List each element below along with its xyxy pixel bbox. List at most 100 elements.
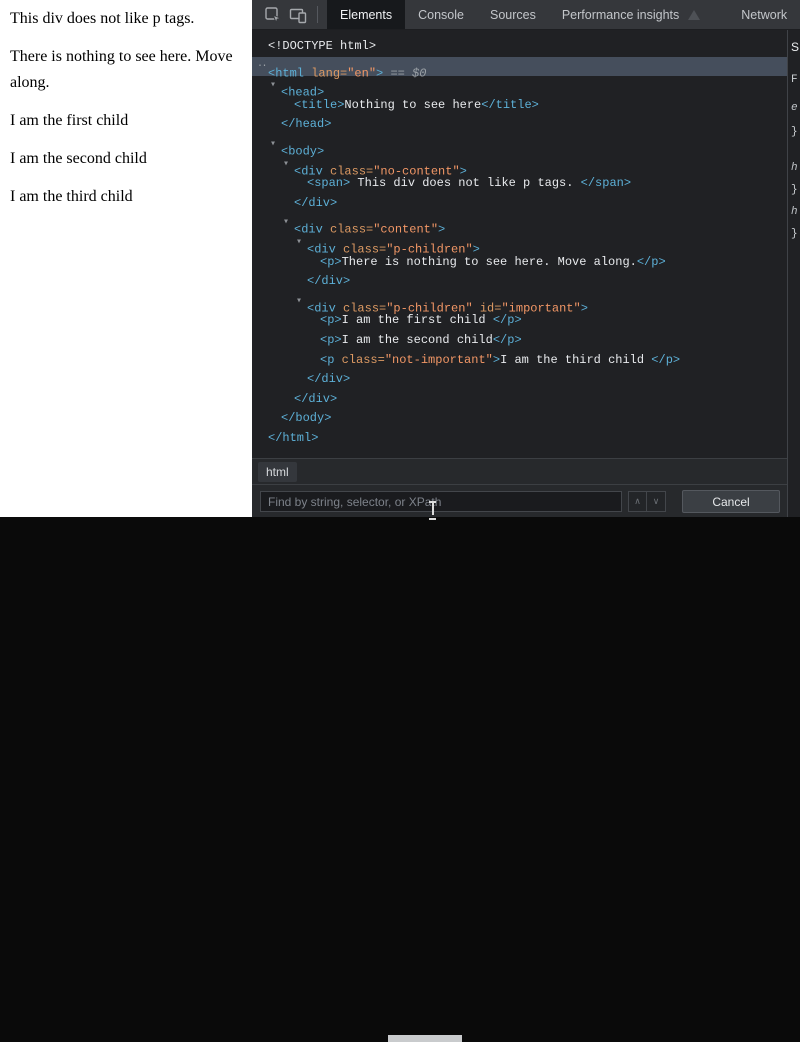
page-paragraph: There is nothing to see here. Move along… — [10, 48, 233, 91]
tab-label: Console — [418, 7, 464, 22]
devtools-toolbar-icons — [252, 0, 327, 29]
find-nav-group: ∧ ∨ — [628, 491, 666, 512]
tab-label: Sources — [489, 7, 536, 22]
token-text: I am the third child — [500, 352, 652, 367]
token-doctype: <!DOCTYPE html> — [268, 39, 377, 53]
node-html-close[interactable]: </html> — [252, 429, 787, 449]
node-div-content-close[interactable]: </div> — [252, 390, 787, 410]
token-tag: > — [492, 352, 501, 367]
expand-arrow-icon[interactable]: ▾ — [283, 155, 294, 175]
token-val: "en" — [347, 66, 377, 81]
expand-arrow-icon[interactable]: ▾ — [296, 292, 307, 312]
token-tag: </html> — [268, 430, 319, 445]
find-next-button[interactable]: ∨ — [647, 491, 666, 512]
node-div-no-content[interactable]: ▾<div class="no-content"> — [252, 155, 787, 179]
token-tag: </body> — [281, 411, 332, 426]
token-text: Nothing to see here — [344, 97, 482, 112]
token-tag: </span> — [580, 176, 632, 191]
tab-label: Elements — [340, 7, 393, 22]
node-div-p-children-1-close[interactable]: </div> — [252, 272, 787, 292]
styles-pane-fragment: e — [791, 102, 798, 114]
node-title[interactable]: <title>Nothing to see here</title> — [252, 96, 787, 116]
device-toolbar-button[interactable] — [285, 2, 310, 27]
token-tag: </div> — [294, 195, 338, 210]
token-text: I am the second child — [341, 332, 493, 347]
node-p-first[interactable]: <p>I am the first child </p> — [252, 311, 787, 331]
token-tag: > — [580, 301, 588, 316]
token-attr: class= — [334, 352, 385, 367]
inspect-cursor-icon — [264, 6, 282, 24]
token-text: I am the first child — [341, 313, 493, 328]
node-p-third[interactable]: <p class="not-important">I am the third … — [252, 351, 787, 371]
rendered-page: This div does not like p tags. There is n… — [0, 0, 252, 517]
inspect-element-button[interactable] — [260, 2, 285, 27]
node-div-p-children-2[interactable]: ▾<div class="p-children" id="important"> — [252, 292, 787, 316]
tab-elements[interactable]: Elements — [327, 0, 406, 29]
devtools-toolbar: Elements Console Sources Performance insigh… — [252, 0, 800, 30]
token-hint: == $0 — [383, 66, 427, 81]
token-tag: <span> — [307, 176, 351, 191]
node-head-close[interactable]: </head> — [252, 115, 787, 135]
node-p-nothing[interactable]: <p>There is nothing to see here. Move al… — [252, 253, 787, 273]
node-span[interactable]: <span> This div does not like p tags. </… — [252, 174, 787, 194]
tab-console[interactable]: Console — [405, 0, 477, 29]
node-div-p-children-1[interactable]: ▾<div class="p-children"> — [252, 233, 787, 257]
styles-pane-fragment: F — [791, 74, 798, 86]
expand-arrow-icon[interactable]: ▾ — [270, 135, 281, 155]
styles-pane-fragment: } — [791, 126, 798, 138]
node-html[interactable]: ···<html lang="en"> == $0 — [252, 56, 787, 81]
node-div-content[interactable]: ▾<div class="content"> — [252, 213, 787, 237]
node-div-no-content-close[interactable]: </div> — [252, 194, 787, 214]
tab-network[interactable]: Network — [728, 0, 800, 29]
node-div-p-children-2-close[interactable]: </div> — [252, 370, 787, 390]
taskbar-highlight — [388, 1035, 462, 1042]
token-val: "not-important" — [384, 352, 493, 367]
devtools-panel: Elements Console Sources Performance insigh… — [252, 0, 800, 517]
tab-label: Network — [741, 7, 788, 22]
find-bar: ∧ ∨ Cancel — [252, 484, 800, 517]
find-previous-button[interactable]: ∧ — [628, 491, 647, 512]
token-tag: <p> — [320, 332, 342, 347]
page-paragraph: I am the first child — [10, 112, 129, 129]
text-cursor-icon — [428, 501, 437, 520]
token-tag: </p> — [492, 332, 522, 347]
cancel-button[interactable]: Cancel — [682, 490, 780, 513]
expand-arrow-icon[interactable]: ▾ — [270, 76, 281, 96]
token-tag: </div> — [294, 391, 338, 406]
find-input[interactable] — [260, 491, 622, 512]
tab-sources[interactable]: Sources — [477, 0, 549, 29]
chevron-up-icon: ∧ — [634, 496, 641, 506]
tab-performance-insights[interactable]: Performance insights — [549, 0, 728, 29]
tab-label: Performance insights — [561, 7, 680, 22]
expand-arrow-icon[interactable]: ▾ — [283, 213, 294, 233]
styles-pane-fragment: } — [791, 228, 798, 240]
token-tag: </p> — [651, 352, 681, 367]
devtools-tab-strip: Elements Console Sources Performance insigh… — [327, 0, 800, 29]
breadcrumb-item[interactable]: html — [258, 461, 297, 482]
dom-tree: <!DOCTYPE html> ···<html lang="en"> == $0… — [252, 30, 787, 450]
node-p-second[interactable]: <p>I am the second child</p> — [252, 331, 787, 351]
styles-pane-sliver: S Fe} h} h} — [787, 30, 800, 517]
page-paragraph: I am the second child — [10, 150, 147, 167]
token-tag: <p> — [320, 313, 342, 328]
breadcrumb: html — [252, 458, 787, 484]
node-doctype[interactable]: <!DOCTYPE html> — [252, 37, 787, 57]
styles-pane-fragment: h — [791, 206, 798, 218]
token-tag: </head> — [281, 117, 332, 132]
expand-arrow-icon[interactable]: ▾ — [296, 233, 307, 253]
token-tag: </title> — [481, 97, 539, 112]
hover-dots-icon: ··· — [257, 60, 268, 72]
node-body[interactable]: ▾<body> — [252, 135, 787, 159]
token-tag: </div> — [307, 274, 351, 289]
styles-pane-fragment: } — [791, 184, 798, 196]
node-body-close[interactable]: </body> — [252, 409, 787, 429]
token-tag: <title> — [294, 97, 345, 112]
page-paragraph: This div does not like p tags. — [10, 10, 195, 27]
token-tag: </div> — [307, 372, 351, 387]
token-text: There is nothing to see here. Move along… — [341, 254, 637, 269]
styles-pane-fragment: h — [791, 162, 798, 174]
page-paragraph: I am the third child — [10, 188, 133, 205]
token-tag: <p — [320, 352, 335, 367]
token-tag: </p> — [636, 254, 666, 269]
chevron-down-icon: ∨ — [652, 496, 660, 506]
